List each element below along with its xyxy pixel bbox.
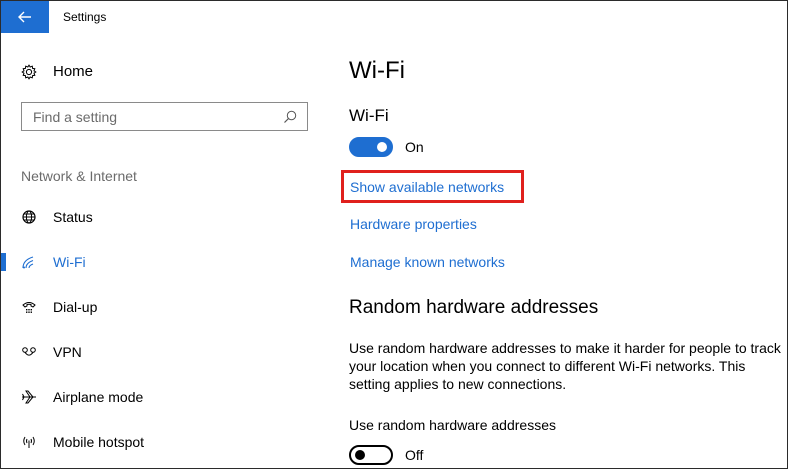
sidebar-item-label: Mobile hotspot: [53, 434, 145, 450]
gear-icon: [21, 63, 37, 80]
random-addresses-heading: Random hardware addresses: [349, 297, 599, 318]
home-label: Home: [53, 63, 94, 80]
home-nav[interactable]: Home: [21, 63, 93, 80]
sidebar-item-label: Status: [53, 209, 93, 225]
sidebar-item-label: Wi-Fi: [53, 254, 86, 270]
back-button[interactable]: [1, 1, 49, 33]
airplane-icon: [21, 389, 37, 405]
sidebar-item-wifi[interactable]: Wi-Fi: [1, 242, 331, 282]
random-addresses-toggle-row: Off: [349, 445, 423, 465]
sidebar-item-status[interactable]: Status: [1, 197, 331, 237]
sidebar-item-dial-up[interactable]: Dial-up: [1, 287, 331, 327]
random-addresses-label: Use random hardware addresses: [349, 417, 556, 433]
wifi-heading: Wi-Fi: [349, 106, 389, 125]
wifi-toggle-state: On: [405, 139, 424, 155]
sidebar-item-label: Airplane mode: [53, 389, 144, 405]
hotspot-icon: [21, 434, 37, 450]
hardware-properties-link[interactable]: Hardware properties: [350, 216, 477, 232]
manage-known-networks-link[interactable]: Manage known networks: [350, 254, 505, 270]
random-addresses-description: Use random hardware addresses to make it…: [349, 340, 781, 392]
random-addresses-toggle-state: Off: [405, 447, 424, 463]
random-addresses-toggle[interactable]: [349, 445, 393, 465]
globe-icon: [21, 209, 37, 225]
wifi-icon: [21, 254, 37, 270]
search-box[interactable]: [21, 102, 308, 131]
window-title: Settings: [63, 10, 107, 24]
sidebar: Home Network & Internet Status: [1, 33, 331, 468]
wifi-toggle[interactable]: [349, 137, 393, 157]
section-label: Network & Internet: [21, 168, 137, 184]
main-content: Wi-Fi Wi-Fi On Show available networks H…: [341, 33, 781, 468]
sidebar-item-mobile-hotspot[interactable]: Mobile hotspot: [1, 422, 331, 462]
title-bar: Settings: [1, 1, 787, 33]
toggle-knob: [355, 450, 365, 460]
sidebar-item-label: Dial-up: [53, 299, 98, 315]
wifi-toggle-row: On: [349, 137, 424, 157]
sidebar-item-vpn[interactable]: VPN: [1, 332, 331, 372]
settings-window: Settings Home Network & Internet: [0, 0, 788, 469]
search-icon[interactable]: [283, 110, 297, 124]
show-available-networks-link[interactable]: Show available networks: [350, 179, 504, 195]
phone-icon: [21, 299, 37, 315]
back-arrow-icon: [18, 11, 31, 23]
toggle-knob: [377, 142, 387, 152]
sidebar-item-label: VPN: [53, 344, 82, 360]
search-input[interactable]: [33, 108, 273, 125]
sidebar-item-airplane-mode[interactable]: Airplane mode: [1, 377, 331, 417]
vpn-icon: [21, 344, 37, 360]
page-title: Wi-Fi: [349, 57, 405, 84]
